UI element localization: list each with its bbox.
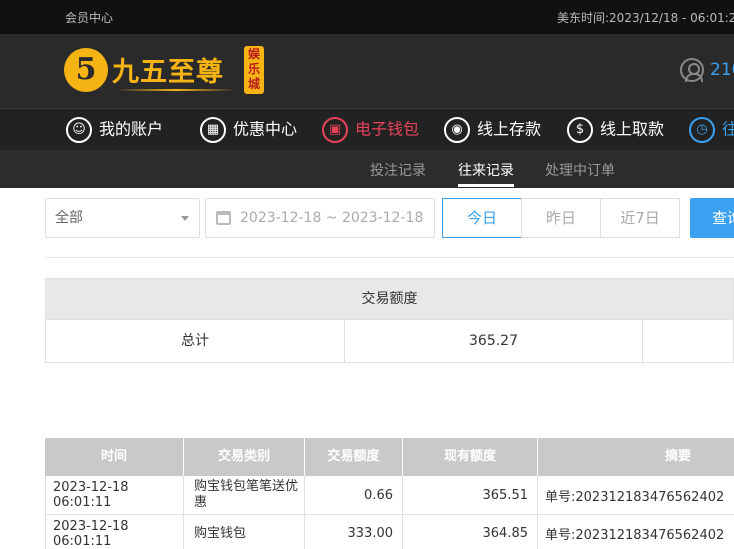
nav-promotions[interactable]: ▦ 优惠中心 [200, 115, 297, 145]
col-header-time: 时间 [45, 438, 184, 476]
cell-type: 购宝钱包 [184, 515, 305, 549]
cell-amount: 0.66 [305, 476, 403, 514]
date-range-value: 2023-12-18 ~ 2023-12-18 [240, 210, 424, 226]
logo-badge-char-1: 娱 [247, 47, 260, 61]
cell-type: 购宝钱包笔笔送优惠 [184, 476, 305, 514]
logo-ornament [116, 89, 236, 91]
cell-summary: 单号:202312183476562402 [545, 489, 725, 505]
user-name: 210 [710, 60, 734, 80]
table-row: 2023-12-18 06:01:11 购宝钱包 333.00 364.85 单… [45, 515, 734, 549]
cell-time: 2023-12-18 06:01:11 [45, 515, 184, 549]
nav-e-wallet[interactable]: ▣ 电子钱包 [322, 115, 419, 145]
eastern-time-label: 美东时间: [557, 11, 610, 25]
nav-deposit[interactable]: ◉ 线上存款 [444, 115, 541, 145]
nav-label: 往来记录 [722, 119, 734, 139]
main-nav: ☺ 我的账户 ▦ 优惠中心 ▣ 电子钱包 ◉ 线上存款 $ 线上取款 ◷ 往来记录 [0, 108, 734, 150]
nav-label: 电子钱包 [355, 119, 420, 139]
gift-icon: ▦ [200, 116, 226, 143]
nav-records[interactable]: ◷ 往来记录 [689, 115, 734, 145]
today-button[interactable]: 今日 [442, 198, 522, 238]
nav-label: 优惠中心 [233, 119, 298, 139]
logo-badge-char-3: 城 [247, 77, 260, 91]
summary-row: 总计 365.27 [45, 320, 734, 363]
eastern-time: 美东时间:2023/12/18 - 06:01:22 [557, 9, 734, 26]
user-avatar-icon [680, 58, 704, 82]
deposit-icon: ◉ [444, 116, 470, 143]
eastern-time-value: 2023/12/18 - 06:01:22 [609, 11, 734, 25]
logo-number: 5 [64, 48, 108, 92]
summary-label: 总计 [181, 333, 209, 349]
nav-label: 线上取款 [600, 119, 665, 139]
filter-bar: 全部 2023-12-18 ~ 2023-12-18 今日 昨日 近7日 查询 [0, 198, 734, 238]
nav-label: 我的账户 [99, 119, 164, 139]
chevron-down-icon [181, 216, 189, 221]
nav-my-account[interactable]: ☺ 我的账户 [66, 115, 163, 145]
summary-table: 交易额度 总计 365.27 [45, 278, 734, 363]
records-header: 时间 交易类别 交易额度 现有额度 摘要 [45, 438, 734, 476]
withdraw-icon: $ [567, 116, 593, 143]
member-center-page: 会员中心 美东时间:2023/12/18 - 06:01:22 5 九五至尊 娱… [0, 0, 734, 549]
transaction-type-select[interactable]: 全部 [45, 198, 200, 238]
site-header: 5 九五至尊 娱 乐 城 210 [0, 34, 734, 108]
cell-balance: 365.51 [403, 476, 538, 514]
logo-badge: 娱 乐 城 [244, 46, 264, 94]
table-row: 2023-12-18 06:01:11 购宝钱包笔笔送优惠 0.66 365.5… [45, 476, 734, 515]
records-icon: ◷ [689, 116, 715, 143]
nav-label: 线上存款 [477, 119, 542, 139]
cell-time: 2023-12-18 06:01:11 [45, 476, 184, 514]
nav-withdraw[interactable]: $ 线上取款 [567, 115, 664, 145]
cell-summary: 单号:202312183476562402 [545, 528, 725, 543]
site-logo[interactable]: 5 九五至尊 娱 乐 城 [64, 44, 274, 98]
divider [45, 257, 734, 258]
col-header-balance: 现有额度 [403, 438, 538, 476]
cell-amount: 333.00 [305, 515, 403, 549]
user-account[interactable]: 210 [680, 58, 734, 82]
cell-separator [642, 320, 643, 362]
user-icon: ☺ [66, 116, 92, 143]
col-header-amount: 交易额度 [305, 438, 403, 476]
summary-header: 交易额度 [45, 278, 734, 320]
tab-bet-records[interactable]: 投注记录 [370, 160, 426, 180]
tab-pending-orders[interactable]: 处理中订单 [545, 160, 615, 180]
calendar-icon [216, 211, 231, 225]
cell-balance: 364.85 [403, 515, 538, 549]
member-center-link[interactable]: 会员中心 [65, 9, 113, 26]
sub-nav: 投注记录 往来记录 处理中订单 [0, 150, 734, 188]
search-button[interactable]: 查询 [690, 198, 734, 238]
date-range-input[interactable]: 2023-12-18 ~ 2023-12-18 [205, 198, 435, 238]
top-bar: 会员中心 美东时间:2023/12/18 - 06:01:22 [0, 0, 734, 34]
transaction-type-value: 全部 [55, 210, 83, 226]
wallet-icon: ▣ [322, 116, 348, 143]
col-header-summary: 摘要 [664, 449, 691, 464]
col-header-type: 交易类别 [184, 438, 305, 476]
logo-badge-char-2: 乐 [247, 62, 260, 76]
last-7-days-button[interactable]: 近7日 [600, 198, 680, 238]
tab-transaction-records[interactable]: 往来记录 [458, 160, 514, 187]
records-table: 时间 交易类别 交易额度 现有额度 摘要 2023-12-18 06:01:11… [45, 438, 734, 549]
logo-name: 九五至尊 [112, 57, 224, 88]
summary-value: 365.27 [469, 333, 518, 349]
yesterday-button[interactable]: 昨日 [521, 198, 601, 238]
